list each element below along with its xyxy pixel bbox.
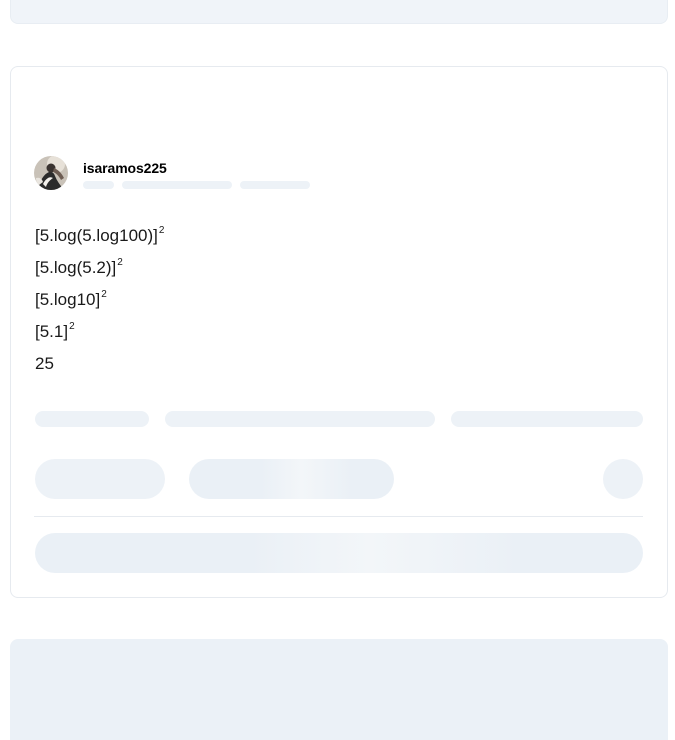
answer-author: isaramos225: [34, 156, 310, 192]
meta-skeleton-1: [83, 181, 114, 189]
answer-line-exponent: 2: [69, 321, 75, 332]
action-icon-skeleton: [603, 459, 643, 499]
answer-line: 25: [35, 348, 635, 380]
answer-card: isaramos225 [5.log(5.log100)]2 [5.log(5.…: [10, 66, 668, 598]
answer-line-exponent: 2: [158, 225, 165, 236]
answer-line-exponent: 2: [117, 257, 123, 268]
page: isaramos225 [5.log(5.log100)]2 [5.log(5.…: [0, 0, 675, 740]
user-avatar[interactable]: [34, 156, 68, 190]
author-username[interactable]: isaramos225: [83, 160, 310, 176]
answer-line: [5.log10]2: [35, 284, 635, 316]
action-button-skeleton-1: [35, 459, 165, 499]
answer-line-text: 25: [35, 354, 54, 373]
answer-line-text: [5.log(5.2)]: [35, 258, 117, 277]
card-divider: [34, 516, 643, 517]
answer-line-exponent: 2: [101, 289, 107, 300]
stats-skeleton-1: [35, 411, 149, 427]
answer-line-text: [5.log(5.log100)]: [35, 226, 158, 245]
avatar-photo-icon: [34, 156, 68, 190]
meta-skeleton-3: [240, 181, 310, 189]
stats-skeleton-3: [451, 411, 643, 427]
answer-line: [5.log(5.log100)]2: [35, 220, 635, 252]
author-meta: isaramos225: [83, 156, 310, 189]
answer-content: [5.log(5.log100)]2 [5.log(5.2)]2 [5.log1…: [35, 220, 635, 380]
meta-skeleton-2: [122, 181, 232, 189]
answer-line: [5.log(5.2)]2: [35, 252, 635, 284]
comment-input-skeleton: [35, 533, 643, 573]
answer-line-text: [5.log10]: [35, 290, 101, 309]
answer-line-text: [5.1]: [35, 322, 69, 341]
author-meta-skeleton: [83, 181, 310, 189]
stats-skeleton-2: [165, 411, 435, 427]
action-button-skeleton-2: [189, 459, 394, 499]
previous-card-skeleton: [10, 0, 668, 24]
next-card-skeleton: [10, 639, 668, 740]
answer-line: [5.1]2: [35, 316, 635, 348]
